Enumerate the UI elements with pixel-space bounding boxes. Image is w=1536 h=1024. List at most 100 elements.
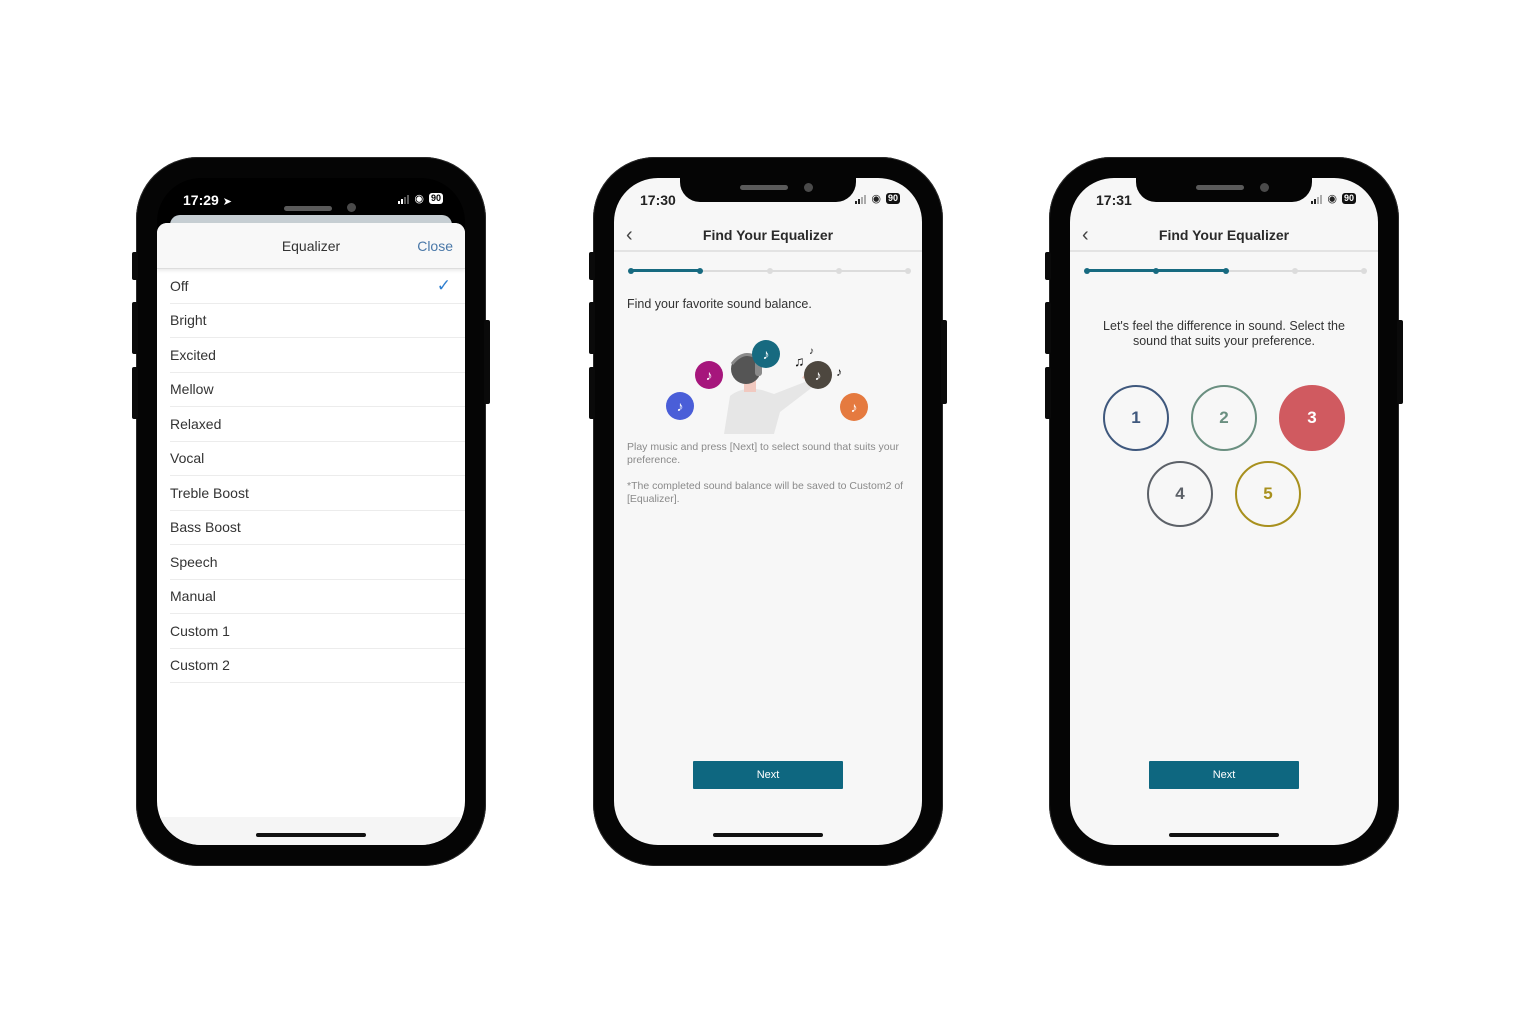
next-button[interactable]: Next [693, 761, 843, 789]
svg-text:♪: ♪ [815, 367, 822, 383]
power-button [1397, 320, 1403, 404]
close-button[interactable]: Close [417, 238, 453, 254]
preset-off[interactable]: Off ✓ [170, 269, 465, 304]
footnote-text: *The completed sound balance will be sav… [627, 480, 904, 505]
notch [680, 178, 856, 202]
lead-text: Find your favorite sound balance. [627, 297, 812, 311]
preset-custom-1[interactable]: Custom 1 [170, 614, 465, 649]
location-arrow-icon: ➤ [222, 196, 232, 208]
preset-bass-boost[interactable]: Bass Boost [170, 511, 465, 545]
mute-switch [589, 252, 595, 280]
progress-fill [631, 269, 701, 272]
sound-option-2[interactable]: 2 [1191, 385, 1257, 451]
progress-step-dot [1361, 268, 1367, 274]
nav-bar: ‹ Find Your Equalizer [614, 222, 922, 252]
sound-option-3[interactable]: 3 [1279, 385, 1345, 451]
progress-step-dot [1153, 268, 1160, 274]
svg-text:♪: ♪ [706, 367, 713, 383]
home-indicator[interactable] [256, 833, 366, 837]
checkmark-icon: ✓ [436, 276, 451, 295]
battery-icon: 90 [885, 193, 900, 204]
status-time: 17:31 [1096, 192, 1132, 208]
home-indicator[interactable] [713, 833, 823, 837]
svg-text:♪: ♪ [763, 346, 770, 362]
preset-bright[interactable]: Bright [170, 304, 465, 338]
progress-step-dot [1084, 268, 1090, 274]
preset-treble-boost[interactable]: Treble Boost [170, 476, 465, 511]
power-button [941, 320, 947, 404]
sound-option-1[interactable]: 1 [1103, 385, 1169, 451]
sound-option-4[interactable]: 4 [1147, 461, 1213, 527]
home-indicator[interactable] [1169, 833, 1279, 837]
wifi-icon: ◉ [871, 192, 881, 205]
progress-step-dot [1222, 268, 1229, 274]
cellular-signal-icon [398, 194, 410, 204]
nav-bar: ‹ Find Your Equalizer [1070, 222, 1378, 252]
mute-switch [1045, 252, 1051, 280]
phone-equalizer-list: 17:29 ➤ ◉ 90 Equalizer Close Off ✓ Bright… [132, 157, 490, 866]
step-progress [628, 267, 911, 275]
front-camera [347, 203, 356, 212]
instruction-text: Play music and press [Next] to select so… [627, 441, 899, 466]
cellular-signal-icon [855, 194, 867, 204]
status-bar: 17:29 ➤ ◉ 90 [157, 178, 465, 222]
music-bubble-magenta: ♪ [695, 361, 723, 389]
listening-illustration: ♪ ♪ ♪ ♪ ♪ ♫ ♪ ♪ [666, 340, 868, 434]
progress-step-dot [1291, 268, 1298, 274]
step-progress [1084, 267, 1367, 275]
next-button[interactable]: Next [1149, 761, 1299, 789]
volume-up-button [1045, 302, 1051, 354]
screen: 17:31 ◉ 90 ‹ Find Your Equalizer Let's f… [1070, 178, 1378, 845]
progress-step-dot [905, 268, 911, 274]
wifi-icon: ◉ [414, 192, 424, 205]
wifi-icon: ◉ [1327, 192, 1337, 205]
preset-manual[interactable]: Manual [170, 580, 465, 614]
progress-step-dot [835, 268, 842, 274]
music-bubble-dark: ♪ [804, 361, 832, 389]
music-bubble-teal: ♪ [752, 340, 780, 368]
preset-mellow[interactable]: Mellow [170, 373, 465, 407]
svg-text:♪: ♪ [851, 399, 858, 415]
music-bubble-orange: ♪ [840, 393, 868, 421]
progress-step-dot [628, 268, 634, 274]
status-time: 17:30 [640, 192, 676, 208]
music-note-icon: ♪ [809, 346, 814, 357]
battery-icon: 90 [428, 193, 443, 204]
notch [1136, 178, 1312, 202]
equalizer-preset-list: Off ✓ Bright Excited Mellow Relaxed Vocal… [157, 269, 465, 683]
music-bubble-blue: ♪ [666, 392, 694, 420]
volume-down-button [1045, 367, 1051, 419]
speaker [284, 206, 332, 211]
volume-down-button [589, 367, 595, 419]
person-body [724, 380, 814, 434]
screen: 17:30 ◉ 90 ‹ Find Your Equalizer Find yo… [614, 178, 922, 845]
preset-relaxed[interactable]: Relaxed [170, 407, 465, 442]
sheet-header: Equalizer Close [157, 223, 465, 269]
cellular-signal-icon [1311, 194, 1323, 204]
screen: 17:29 ➤ ◉ 90 Equalizer Close Off ✓ Bright… [157, 178, 465, 845]
svg-text:♪: ♪ [677, 398, 684, 414]
page-title: Find Your Equalizer [702, 227, 834, 243]
progress-step-dot [766, 268, 773, 274]
preset-custom-2[interactable]: Custom 2 [170, 649, 465, 683]
sound-option-5[interactable]: 5 [1235, 461, 1301, 527]
phone-find-equalizer-select: 17:31 ◉ 90 ‹ Find Your Equalizer Let's f… [1045, 157, 1403, 866]
volume-down-button [132, 367, 138, 419]
music-note-icon: ♫ [794, 353, 805, 369]
page-title: Find Your Equalizer [1158, 227, 1290, 243]
preset-vocal[interactable]: Vocal [170, 442, 465, 476]
music-note-icon: ♪ [836, 365, 842, 379]
status-time: 17:29 ➤ [183, 192, 232, 208]
volume-up-button [589, 302, 595, 354]
preset-excited[interactable]: Excited [170, 338, 465, 373]
mute-switch [132, 252, 138, 280]
equalizer-sheet: Equalizer Close Off ✓ Bright Excited Mell… [157, 223, 465, 845]
preset-speech[interactable]: Speech [170, 545, 465, 580]
phone-find-equalizer-intro: 17:30 ◉ 90 ‹ Find Your Equalizer Find yo… [589, 157, 947, 866]
power-button [484, 320, 490, 404]
volume-up-button [132, 302, 138, 354]
prompt-text: Let's feel the difference in sound. Sele… [1103, 319, 1345, 348]
battery-icon: 90 [1341, 193, 1356, 204]
sheet-footer [157, 817, 465, 845]
progress-step-dot [697, 268, 704, 274]
